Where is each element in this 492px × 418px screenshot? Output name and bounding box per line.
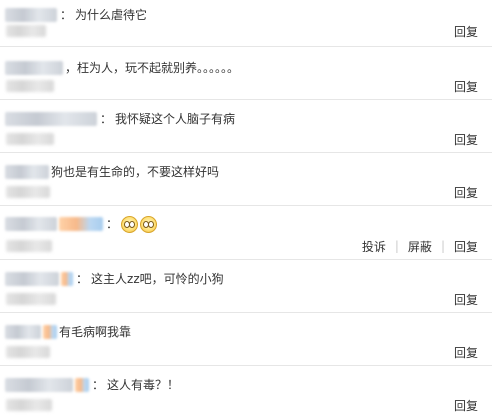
reply-button[interactable]: 回复 <box>454 238 478 255</box>
comment-text: 这主人zz吧，可怜的小狗 <box>91 272 224 286</box>
colon: ： <box>106 217 119 231</box>
comment-actions: 投诉 | 屏蔽 | 回复 <box>362 237 478 255</box>
comment-text: 这人有毒？！ <box>107 378 180 392</box>
comment-item: ： 投诉 | 屏蔽 | 回复 <box>0 206 492 260</box>
username-blurred[interactable] <box>5 165 49 179</box>
comment-meta: 回复 <box>6 343 486 361</box>
comment-item: ： 我怀疑这个人脑子有病 回复 <box>0 100 492 153</box>
comment-meta: 回复 <box>6 396 486 414</box>
report-button[interactable]: 投诉 <box>362 238 386 255</box>
comment-actions: 回复 <box>454 77 478 95</box>
comment-meta: 回复 <box>6 183 486 201</box>
reply-button[interactable]: 回复 <box>454 184 478 201</box>
comment-item: ，枉为人，玩不起就别养。。。。。。 回复 <box>0 47 492 100</box>
comment-item: 有毛病啊我靠 回复 <box>0 313 492 366</box>
comment-actions: 回复 <box>454 396 478 414</box>
comment-line: ，枉为人，玩不起就别养。。。。。。 <box>5 59 239 77</box>
timestamp-blurred <box>6 186 50 198</box>
comment-line: 有毛病啊我靠 <box>5 323 131 341</box>
comment-actions: 回复 <box>454 183 478 201</box>
comment-line: 狗也是有生命的，不要这样好吗 <box>5 163 219 181</box>
username-blurred[interactable] <box>5 272 59 286</box>
comment-text: 有毛病啊我靠 <box>59 325 132 339</box>
comment-actions: 回复 <box>454 130 478 148</box>
reply-button[interactable]: 回复 <box>454 291 478 308</box>
timestamp-blurred <box>6 293 56 305</box>
timestamp-blurred <box>6 240 52 252</box>
comment-item: 狗也是有生命的，不要这样好吗 回复 <box>0 153 492 206</box>
username-blurred[interactable] <box>5 217 57 231</box>
comment-item: ： 这人有毒？！ 回复 <box>0 366 492 418</box>
username-blurred[interactable] <box>5 378 73 392</box>
comment-item: ： 这主人zz吧，可怜的小狗 回复 <box>0 260 492 313</box>
timestamp-blurred <box>6 25 46 37</box>
comment-actions: 回复 <box>454 22 478 40</box>
username-blurred[interactable] <box>5 112 97 126</box>
user-badge-blurred <box>61 272 73 286</box>
comment-line: ： 这人有毒？！ <box>5 376 179 394</box>
username-blurred[interactable] <box>5 61 63 75</box>
comment-actions: 回复 <box>454 343 478 361</box>
timestamp-blurred <box>6 80 54 92</box>
comment-actions: 回复 <box>454 290 478 308</box>
comment-meta: 回复 <box>6 290 486 308</box>
user-badge-blurred <box>59 217 103 231</box>
comment-item: ： 为什么虐待它 回复 <box>0 0 492 47</box>
comment-meta: 回复 <box>6 22 486 40</box>
comment-meta: 投诉 | 屏蔽 | 回复 <box>6 237 486 255</box>
comment-meta: 回复 <box>6 77 486 95</box>
reply-button[interactable]: 回复 <box>454 23 478 40</box>
reply-button[interactable]: 回复 <box>454 78 478 95</box>
user-badge-blurred <box>75 378 89 392</box>
comment-line: ： 这主人zz吧，可怜的小狗 <box>5 270 224 288</box>
comment-list: ： 为什么虐待它 回复 ，枉为人，玩不起就别养。。。。。。 回复 ： 我怀疑这个… <box>0 0 492 418</box>
comment-text: 狗也是有生命的，不要这样好吗 <box>51 165 220 179</box>
username-blurred[interactable] <box>5 325 41 339</box>
comment-text: ，枉为人，玩不起就别养。。。。。。 <box>65 61 240 75</box>
comment-line: ： <box>5 215 159 233</box>
comment-meta: 回复 <box>6 130 486 148</box>
smiley-face-icon <box>121 215 139 233</box>
colon: ： <box>92 378 105 392</box>
user-badge-blurred <box>43 325 57 339</box>
action-separator: | <box>394 239 399 253</box>
comment-line: ： 我怀疑这个人脑子有病 <box>5 110 235 128</box>
block-button[interactable]: 屏蔽 <box>408 238 432 255</box>
timestamp-blurred <box>6 399 52 411</box>
username-blurred[interactable] <box>5 8 57 22</box>
reply-button[interactable]: 回复 <box>454 397 478 414</box>
timestamp-blurred <box>6 346 50 358</box>
timestamp-blurred <box>6 133 54 145</box>
comment-text: 我怀疑这个人脑子有病 <box>115 112 236 126</box>
colon: ： <box>100 112 113 126</box>
action-separator: | <box>440 239 445 253</box>
reply-button[interactable]: 回复 <box>454 344 478 361</box>
colon: ： <box>76 272 89 286</box>
smiley-face-icon <box>140 215 158 233</box>
reply-button[interactable]: 回复 <box>454 131 478 148</box>
